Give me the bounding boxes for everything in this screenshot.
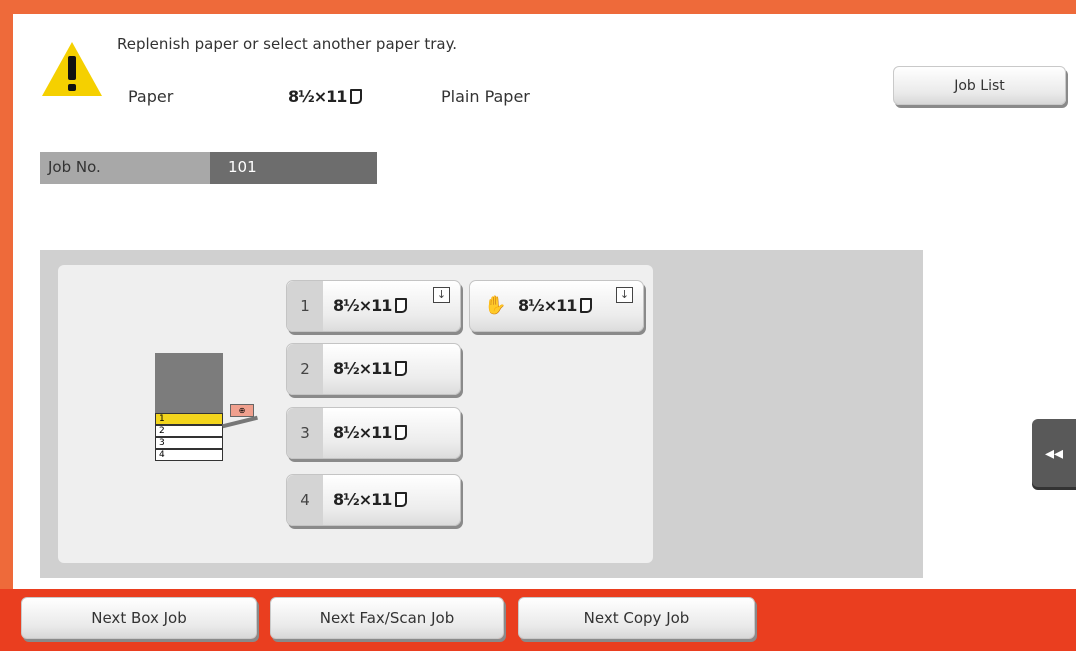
tray-1-button[interactable]: 1 8½×11 ↓	[286, 280, 461, 332]
bypass-tray-button[interactable]: ✋ 8½×11 ↓	[469, 280, 644, 332]
load-paper-icon: ↓	[433, 287, 450, 303]
warning-triangle-icon	[42, 42, 102, 96]
diagram-tray-1: 1	[155, 413, 223, 425]
tray-4-button[interactable]: 4 8½×11	[286, 474, 461, 526]
job-number-value: 101	[210, 152, 377, 184]
job-number-label: Job No.	[40, 152, 210, 184]
tray-size-text: 8½×11	[518, 296, 577, 315]
warning-message: Replenish paper or select another paper …	[117, 35, 458, 53]
next-copy-job-button[interactable]: Next Copy Job	[518, 597, 755, 639]
hand-icon: ✋	[484, 295, 507, 316]
diagram-tray-4: 4	[155, 449, 223, 461]
portrait-paper-icon	[580, 298, 593, 313]
tray-size: 8½×11	[333, 359, 408, 378]
portrait-paper-icon	[350, 89, 363, 104]
portrait-paper-icon	[395, 425, 408, 440]
tray-number: 1	[287, 281, 323, 331]
next-fax-scan-job-button[interactable]: Next Fax/Scan Job	[270, 597, 504, 639]
tray-number: 3	[287, 408, 323, 458]
tray-3-button[interactable]: 3 8½×11	[286, 407, 461, 459]
portrait-paper-icon	[395, 298, 408, 313]
portrait-paper-icon	[395, 492, 408, 507]
printer-body	[155, 353, 223, 413]
job-list-button[interactable]: Job List	[893, 66, 1066, 105]
paper-size: 8½×11	[288, 87, 363, 106]
tray-number: 2	[287, 344, 323, 394]
tray-size-text: 8½×11	[333, 359, 392, 378]
tray-2-button[interactable]: 2 8½×11	[286, 343, 461, 395]
tray-size: 8½×11	[333, 296, 408, 315]
frame-top	[0, 0, 1076, 14]
paper-size-text: 8½×11	[288, 87, 347, 106]
paper-label: Paper	[128, 87, 174, 106]
frame-left	[0, 0, 13, 651]
double-chevron-left-icon[interactable]: ◂◂	[1032, 419, 1076, 487]
paper-type: Plain Paper	[441, 87, 530, 106]
tray-number: 4	[287, 475, 323, 525]
portrait-paper-icon	[395, 361, 408, 376]
tray-size-text: 8½×11	[333, 490, 392, 509]
next-box-job-button[interactable]: Next Box Job	[21, 597, 257, 639]
tray-size: 8½×11	[518, 296, 593, 315]
tray-size-text: 8½×11	[333, 423, 392, 442]
diagram-tray-2: 2	[155, 425, 223, 437]
tray-size: 8½×11	[333, 490, 408, 509]
diagram-tray-3: 3	[155, 437, 223, 449]
bypass-tray-indicator: ⊕	[230, 404, 254, 417]
load-paper-icon: ↓	[616, 287, 633, 303]
tray-size-text: 8½×11	[333, 296, 392, 315]
tray-size: 8½×11	[333, 423, 408, 442]
